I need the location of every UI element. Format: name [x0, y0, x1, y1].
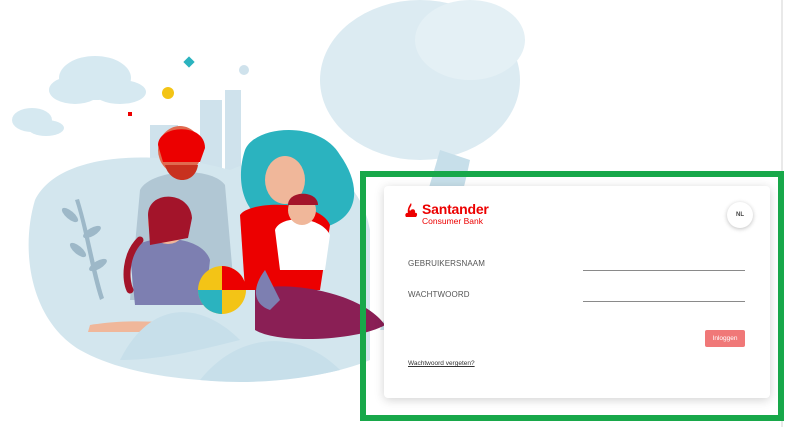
brand-name: Santander — [422, 201, 489, 217]
login-button[interactable]: Inloggen — [705, 330, 745, 347]
password-input[interactable] — [583, 301, 745, 302]
dot-shape — [239, 65, 249, 75]
username-label: GEBRUIKERSNAAM — [408, 259, 485, 268]
dot-shape — [162, 87, 174, 99]
login-card: Santander Consumer Bank NL GEBRUIKERSNAA… — [384, 186, 770, 398]
language-selector-button[interactable]: NL — [727, 202, 753, 228]
diamond-shape — [183, 56, 195, 68]
username-input[interactable] — [583, 270, 745, 271]
forgot-password-link[interactable]: Wachtwoord vergeten? — [408, 360, 475, 367]
santander-flame-icon — [405, 203, 418, 217]
brand-subtitle: Consumer Bank — [422, 216, 483, 226]
cloud-shape — [49, 56, 146, 104]
password-label: WACHTWOORD — [408, 290, 470, 299]
dot-shape — [128, 112, 132, 116]
logo-text-block: Santander Consumer Bank — [422, 202, 489, 226]
cloud-shape — [12, 108, 64, 136]
beach-ball — [198, 266, 246, 314]
santander-logo[interactable]: Santander Consumer Bank — [404, 202, 489, 226]
